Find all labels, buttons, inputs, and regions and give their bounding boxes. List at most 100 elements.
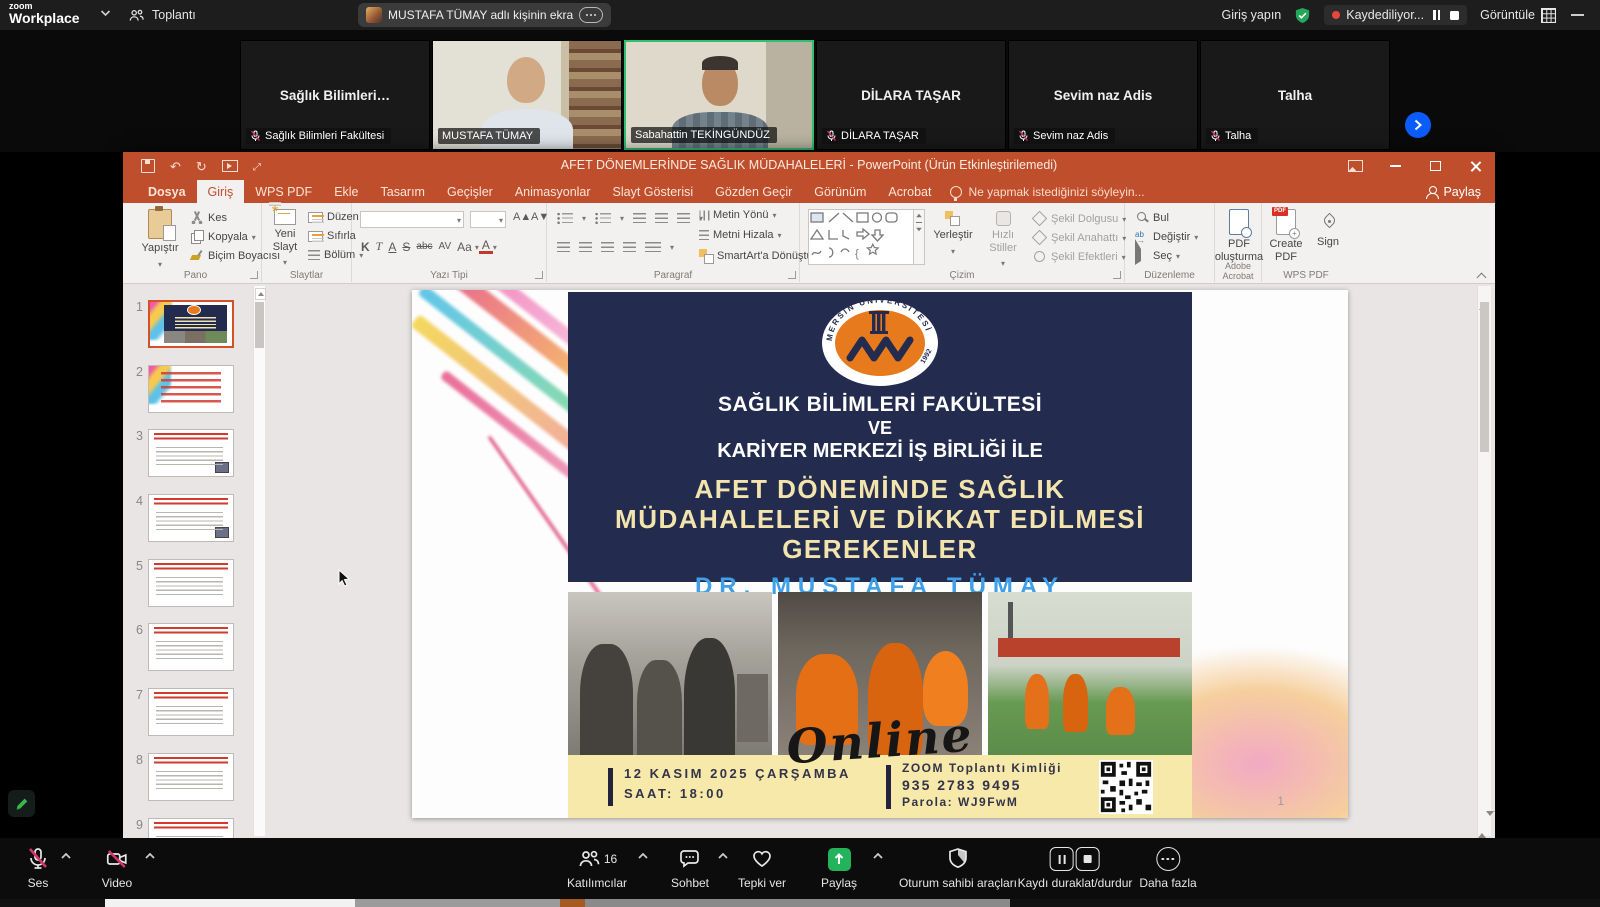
ppt-share-button[interactable]: Paylaş <box>1427 180 1481 203</box>
main-scrollbar[interactable] <box>1477 286 1491 836</box>
collapse-ribbon-button[interactable] <box>1477 273 1487 279</box>
line-spacing-icon[interactable] <box>677 213 690 224</box>
dialog-launcher-icon[interactable] <box>1113 271 1121 279</box>
display-settings-button[interactable] <box>1335 152 1375 180</box>
participant-tile[interactable]: Sağlık Bilimleri… Sağlık Bilimleri Fakül… <box>240 40 430 150</box>
record-controls[interactable]: Kaydı duraklat/durdur <box>1018 847 1133 890</box>
replace-button[interactable]: Değiştir <box>1135 230 1198 243</box>
justify-icon[interactable] <box>623 242 636 253</box>
tab-animasyonlar[interactable]: Animasyonlar <box>504 180 602 203</box>
audio-button[interactable]: Ses <box>27 847 49 890</box>
new-slide-button[interactable]: Yeni Slayt <box>264 209 306 269</box>
dialog-launcher-icon[interactable] <box>788 271 796 279</box>
shapes-gallery[interactable]: { <box>808 209 914 265</box>
more-button[interactable]: Daha fazla <box>1139 847 1196 890</box>
tab-gorunum[interactable]: Görünüm <box>803 180 877 203</box>
bold-button[interactable]: K <box>358 240 373 254</box>
tab-slayt-gosterisi[interactable]: Slayt Gösterisi <box>602 180 705 203</box>
tab-wps-pdf[interactable]: WPS PDF <box>244 180 323 203</box>
powerpoint-titlebar[interactable]: AFET DÖNEMLERİNDE SAĞLIK MÜDAHALELERİ - … <box>123 152 1495 180</box>
restore-button[interactable] <box>1415 152 1455 180</box>
signin-button[interactable]: Giriş yapın <box>1222 8 1282 22</box>
font-color-button[interactable]: A <box>479 239 493 254</box>
slide-thumbnail-3[interactable] <box>148 429 234 477</box>
find-button[interactable]: Bul <box>1135 211 1169 224</box>
stop-recording-icon[interactable] <box>1076 847 1100 871</box>
select-button[interactable]: Seç <box>1135 249 1180 262</box>
character-spacing-button[interactable]: AV <box>436 241 455 252</box>
slide-thumbnail-7[interactable] <box>148 688 234 736</box>
chat-button[interactable]: Sohbet <box>671 847 709 890</box>
font-size-select[interactable] <box>470 211 506 228</box>
participants-chevron-icon[interactable] <box>637 852 649 860</box>
slide-thumbnail-6[interactable] <box>148 623 234 671</box>
tab-giris[interactable]: Giriş <box>197 180 245 203</box>
minimize-window-button[interactable] <box>1571 14 1584 16</box>
view-button[interactable]: Görüntüle <box>1480 8 1556 23</box>
minimize-button[interactable] <box>1375 152 1415 180</box>
video-button[interactable]: Video <box>102 847 132 890</box>
chat-chevron-icon[interactable] <box>717 852 729 860</box>
pause-recording-icon[interactable] <box>1050 847 1074 871</box>
annotation-tool-button[interactable] <box>8 790 35 817</box>
text-direction-button[interactable]: Metin Yönü <box>699 209 776 221</box>
next-participants-button[interactable] <box>1405 112 1431 138</box>
bullet-list-icon[interactable] <box>557 213 573 224</box>
chevron-down-icon[interactable] <box>100 9 111 17</box>
font-name-select[interactable] <box>360 211 464 228</box>
participant-tile[interactable]: Sevim naz Adis Sevim naz Adis <box>1008 40 1198 150</box>
stop-recording-button[interactable] <box>1450 11 1459 20</box>
slide-thumbnail-8[interactable] <box>148 753 234 801</box>
strikethrough-button[interactable]: abc <box>413 241 435 252</box>
participants-button[interactable]: 16 Katılımcılar <box>567 847 627 890</box>
dialog-launcher-icon[interactable] <box>250 271 258 279</box>
change-case-button[interactable]: Aa <box>454 240 475 254</box>
security-shield-icon[interactable] <box>1294 7 1311 24</box>
cut-button[interactable]: Kes <box>190 211 227 224</box>
tab-dosya[interactable]: Dosya <box>137 180 197 203</box>
thumbnails-scrollbar[interactable] <box>253 286 265 836</box>
tab-shared-screen[interactable]: MUSTAFA TÜMAY adlı kişinin ekra <box>358 3 611 27</box>
slide-thumbnail-5[interactable] <box>148 559 234 607</box>
scroll-up-icon[interactable] <box>255 288 266 300</box>
close-button[interactable] <box>1455 152 1495 180</box>
underline-button[interactable]: A <box>385 240 399 254</box>
tab-gecisler[interactable]: Geçişler <box>436 180 504 203</box>
shapes-scrollbar[interactable] <box>913 209 925 265</box>
shape-effects-button[interactable]: Şekil Efektleri <box>1032 249 1126 264</box>
participant-tile[interactable]: Talha Talha <box>1200 40 1390 150</box>
align-text-button[interactable]: Metni Hizala <box>699 229 782 241</box>
tab-ekle[interactable]: Ekle <box>323 180 369 203</box>
align-left-icon[interactable] <box>557 242 570 253</box>
columns-icon[interactable] <box>645 242 661 253</box>
paste-button[interactable]: Yapıştır <box>136 209 184 270</box>
create-pdf-wps-button[interactable]: Create PDF <box>1264 209 1308 263</box>
participant-tile[interactable]: DİLARA TAŞAR DİLARA TAŞAR <box>816 40 1006 150</box>
dialog-launcher-icon[interactable] <box>535 271 543 279</box>
align-right-icon[interactable] <box>601 242 614 253</box>
scroll-up-icon[interactable] <box>1479 288 1490 299</box>
host-tools-button[interactable]: Oturum sahibi araçları <box>899 847 1017 890</box>
audio-options-chevron-icon[interactable] <box>60 852 72 860</box>
numbered-list-icon[interactable] <box>595 213 611 224</box>
previous-slide-icon[interactable] <box>1478 816 1486 838</box>
participant-tile[interactable]: MUSTAFA TÜMAY <box>432 40 622 150</box>
reset-button[interactable]: Sıfırla <box>308 230 356 242</box>
tab-acrobat[interactable]: Acrobat <box>877 180 942 203</box>
tab-tasarim[interactable]: Tasarım <box>370 180 436 203</box>
copy-button[interactable]: Kopyala <box>190 230 256 243</box>
share-screen-button[interactable]: Paylaş <box>821 847 857 890</box>
tab-gozden-gecir[interactable]: Gözden Geçir <box>704 180 803 203</box>
next-slide-icon[interactable] <box>1486 811 1494 833</box>
slide-thumbnail-9[interactable] <box>148 818 234 838</box>
scroll-down-icon[interactable] <box>1494 811 1495 833</box>
video-options-chevron-icon[interactable] <box>144 852 156 860</box>
more-options-icon[interactable] <box>579 7 603 23</box>
increase-indent-icon[interactable] <box>655 213 668 224</box>
align-center-icon[interactable] <box>579 242 592 253</box>
participant-tile-active-speaker[interactable]: Sabahattin TEKİNGÜNDÜZ <box>624 40 814 150</box>
pause-recording-button[interactable] <box>1433 10 1440 20</box>
sign-button[interactable]: Sign <box>1310 209 1346 249</box>
shape-outline-button[interactable]: Şekil Anahattı <box>1032 230 1126 245</box>
tell-me-search[interactable]: Ne yapmak istediğinizi söyleyin... <box>950 180 1144 203</box>
